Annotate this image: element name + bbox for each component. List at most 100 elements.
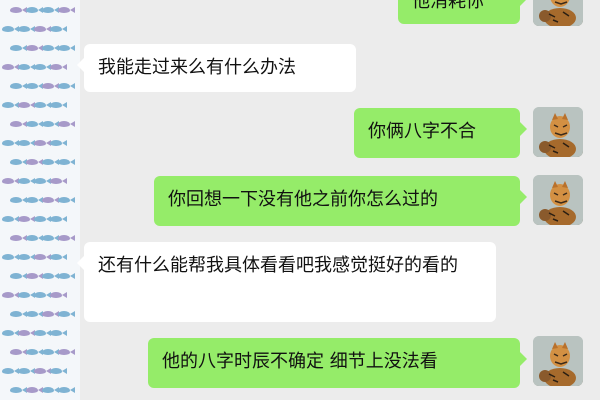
fish-pattern-row [0,304,80,323]
fish-icon [26,6,43,13]
fish-pattern-row [0,114,80,133]
fish-icon [34,101,51,108]
fish-icon [10,158,27,165]
fish-icon [58,310,75,317]
fish-pattern-row [0,0,80,19]
fish-pattern-row [0,57,80,76]
fish-pattern-row [0,323,80,342]
message-text: 我能走过来么有什么办法 [98,57,296,78]
fish-icon [26,386,43,393]
fish-icon [2,215,19,222]
fish-pattern-row [0,380,80,399]
fish-icon [58,158,75,165]
fish-pattern-row [0,152,80,171]
fish-icon [50,177,67,184]
fish-icon [18,253,35,260]
fish-icon [18,177,35,184]
fish-icon [18,63,35,70]
tiger-avatar-icon[interactable] [533,107,583,157]
fish-icon [10,234,27,241]
fish-icon [42,386,59,393]
fish-icon [2,253,19,260]
fish-icon [2,139,19,146]
message-bubble-incoming[interactable]: 我能走过来么有什么办法 [77,44,356,92]
fish-icon [18,329,35,336]
fish-icon [42,158,59,165]
fish-pattern-avatar-icon[interactable] [0,0,80,400]
fish-icon [2,63,19,70]
fish-icon [18,367,35,374]
fish-icon [34,63,51,70]
fish-icon [18,139,35,146]
fish-icon [42,6,59,13]
tiger-avatar-icon[interactable] [533,336,583,386]
fish-pattern-row [0,247,80,266]
message-bubble-outgoing[interactable]: 你俩八字不合 [354,108,527,158]
fish-icon [34,177,51,184]
fish-icon [50,139,67,146]
tiger-avatar-icon[interactable] [533,175,583,225]
fish-icon [18,291,35,298]
fish-icon [42,196,59,203]
fish-icon [10,348,27,355]
message-text: 还有什么能帮我具体看看吧我感觉挺好的看的 [98,255,458,276]
fish-pattern-row [0,228,80,247]
message-bubble-incoming[interactable]: 还有什么能帮我具体看看吧我感觉挺好的看的 [77,242,496,322]
fish-pattern-row [0,190,80,209]
fish-icon [34,25,51,32]
fish-icon [26,82,43,89]
fish-icon [2,101,19,108]
fish-icon [10,120,27,127]
fish-icon [42,82,59,89]
fish-icon [26,234,43,241]
fish-icon [58,386,75,393]
fish-pattern-row [0,361,80,380]
fish-pattern-row [0,95,80,114]
fish-icon [42,44,59,51]
fish-icon [2,291,19,298]
fish-icon [58,120,75,127]
message-text: 你回想一下没有他之前你怎么过的 [168,189,438,210]
fish-pattern-row [0,342,80,361]
fish-icon [42,234,59,241]
tiger-avatar-icon[interactable] [533,0,583,26]
fish-icon [2,25,19,32]
fish-icon [50,101,67,108]
fish-icon [26,272,43,279]
fish-icon [50,329,67,336]
fish-icon [18,101,35,108]
fish-icon [58,6,75,13]
fish-icon [2,329,19,336]
fish-icon [58,348,75,355]
fish-icon [10,272,27,279]
fish-icon [18,215,35,222]
message-bubble-outgoing[interactable]: 他的八字时辰不确定 细节上没法看 [148,338,527,388]
fish-icon [10,386,27,393]
fish-icon [34,329,51,336]
fish-pattern-row [0,76,80,95]
fish-icon [26,158,43,165]
fish-icon [42,120,59,127]
fish-icon [50,63,67,70]
fish-pattern-row [0,209,80,228]
fish-icon [26,196,43,203]
fish-icon [2,367,19,374]
fish-pattern-row [0,266,80,285]
message-bubble-outgoing[interactable]: 你回想一下没有他之前你怎么过的 [154,176,527,226]
fish-pattern-row [0,171,80,190]
fish-icon [26,310,43,317]
fish-icon [42,348,59,355]
fish-icon [50,291,67,298]
fish-icon [42,272,59,279]
fish-icon [18,25,35,32]
fish-icon [34,253,51,260]
fish-icon [2,177,19,184]
fish-icon [58,234,75,241]
message-bubble-outgoing[interactable]: 他消耗你 [398,0,527,24]
fish-icon [34,291,51,298]
fish-icon [42,310,59,317]
fish-icon [10,196,27,203]
fish-icon [34,139,51,146]
fish-icon [58,196,75,203]
fish-pattern-row [0,38,80,57]
